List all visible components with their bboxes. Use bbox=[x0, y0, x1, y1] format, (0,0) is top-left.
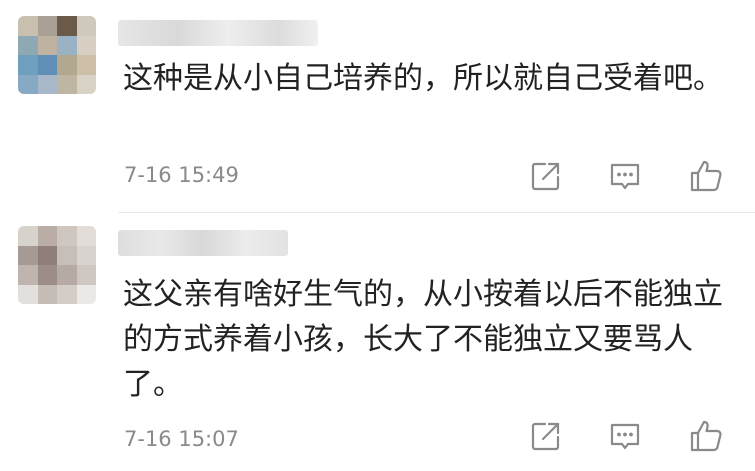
reply-icon bbox=[610, 423, 640, 450]
comment-text: 这种是从小自己培养的，所以就自己受着吧。 bbox=[123, 61, 723, 96]
comment-item: 这父亲有啥好生气的，从小按着以后不能独立的方式养着小孩，长大了不能独立又要骂人了… bbox=[0, 212, 755, 471]
username[interactable] bbox=[118, 230, 288, 256]
like-icon bbox=[690, 160, 722, 192]
comment-actions bbox=[0, 156, 755, 196]
comment-text: 这父亲有啥好生气的，从小按着以后不能独立的方式养着小孩，长大了不能独立又要骂人了… bbox=[123, 277, 723, 402]
like-icon bbox=[690, 420, 722, 452]
reply-button[interactable] bbox=[605, 156, 645, 196]
share-button[interactable] bbox=[526, 416, 566, 456]
comment-actions bbox=[0, 416, 755, 456]
share-icon bbox=[531, 422, 560, 451]
avatar[interactable] bbox=[18, 16, 96, 94]
comment-item: 这种是从小自己培养的，所以就自己受着吧。 7-16 15:49 bbox=[0, 0, 755, 212]
avatar[interactable] bbox=[18, 226, 96, 304]
reply-button[interactable] bbox=[605, 416, 645, 456]
like-button[interactable] bbox=[686, 156, 726, 196]
share-icon bbox=[531, 162, 560, 191]
like-button[interactable] bbox=[686, 416, 726, 456]
reply-icon bbox=[610, 163, 640, 190]
username[interactable] bbox=[118, 20, 318, 46]
share-button[interactable] bbox=[526, 156, 566, 196]
